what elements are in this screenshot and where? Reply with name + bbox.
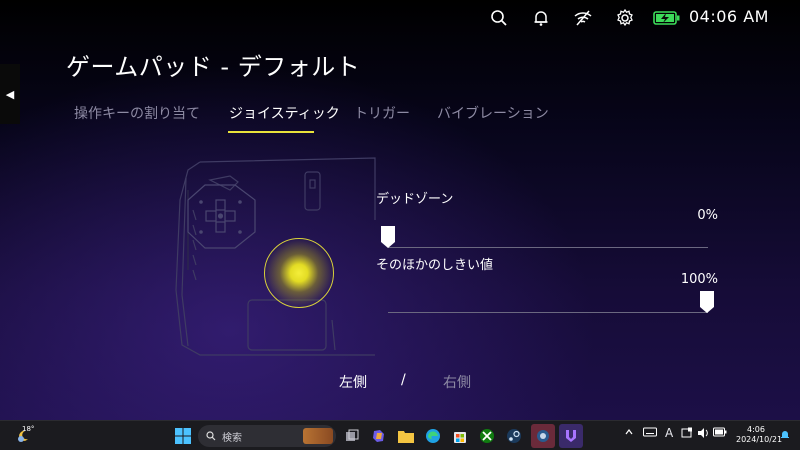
weather-temp: 18°: [22, 425, 35, 433]
page-title: ゲームパッド - デフォルト: [66, 53, 361, 81]
active-tab-indicator: [228, 131, 314, 133]
weather-widget[interactable]: 18°: [10, 425, 36, 446]
store-icon[interactable]: [450, 426, 470, 446]
notification-bell-icon[interactable]: [780, 429, 790, 444]
ime-indicator[interactable]: A: [665, 426, 673, 440]
search-placeholder: 検索: [222, 432, 242, 444]
taskbar-search[interactable]: 検索: [198, 425, 336, 447]
threshold-value: 100%: [680, 272, 718, 287]
gamepad-settings-screen: 04:06 AM ◀ ゲームパッド - デフォルト 操作キーの割り当て ジョイス…: [0, 0, 800, 420]
legion-app-icon[interactable]: [559, 424, 583, 448]
search-highlight-image: [303, 428, 333, 444]
volume-icon[interactable]: [697, 427, 711, 442]
tab-vibration[interactable]: バイブレーション: [437, 103, 549, 123]
search-icon: [206, 431, 216, 441]
left-joystick-highlight: [264, 238, 334, 308]
tray-chevron-icon[interactable]: [624, 427, 634, 440]
game-app-icon[interactable]: [531, 424, 555, 448]
side-separator: /: [401, 372, 406, 388]
device-icon[interactable]: [681, 427, 693, 442]
xbox-icon[interactable]: [477, 426, 497, 446]
edge-icon[interactable]: [423, 426, 443, 446]
wifi-off-icon[interactable]: [573, 8, 593, 28]
windows-taskbar: 18° 検索 A 4:06 2024/10/21: [0, 420, 800, 450]
search-icon[interactable]: [489, 8, 509, 28]
file-explorer-icon[interactable]: [396, 426, 416, 446]
deadzone-slider-track[interactable]: [388, 247, 708, 248]
tab-bar: 操作キーの割り当て ジョイスティック トリガー バイブレーション: [0, 103, 800, 133]
threshold-slider-track[interactable]: [388, 312, 708, 313]
deadzone-value: 0%: [697, 208, 718, 223]
deadzone-slider-thumb[interactable]: [381, 226, 395, 248]
tab-key-assignment[interactable]: 操作キーの割り当て: [74, 103, 200, 123]
left-side-option[interactable]: 左側: [339, 372, 367, 392]
dpad-icon: [187, 184, 256, 249]
threshold-slider-thumb[interactable]: [700, 291, 714, 313]
taskbar-clock[interactable]: 4:06 2024/10/21: [736, 425, 783, 445]
deadzone-label: デッドゾーン: [376, 192, 454, 207]
task-view-icon[interactable]: [342, 426, 362, 446]
bell-icon[interactable]: [531, 8, 551, 28]
back-arrow-icon: ◀: [5, 87, 15, 101]
status-clock: 04:06 AM: [689, 7, 769, 26]
keyboard-icon[interactable]: [643, 427, 657, 440]
tab-joystick[interactable]: ジョイスティック: [229, 103, 340, 123]
battery-charging-icon[interactable]: [652, 8, 682, 28]
status-bar: 04:06 AM: [0, 0, 800, 36]
taskbar-time: 4:06: [747, 425, 765, 434]
threshold-label: そのほかのしきい値: [376, 258, 494, 273]
copilot-icon[interactable]: [369, 426, 389, 446]
start-icon[interactable]: [173, 426, 193, 446]
settings-icon[interactable]: [615, 8, 635, 28]
right-side-option[interactable]: 右側: [443, 372, 471, 392]
taskbar-date: 2024/10/21: [736, 435, 783, 444]
battery-icon[interactable]: [713, 427, 727, 440]
tab-trigger[interactable]: トリガー: [354, 103, 410, 123]
steam-icon[interactable]: [504, 426, 524, 446]
